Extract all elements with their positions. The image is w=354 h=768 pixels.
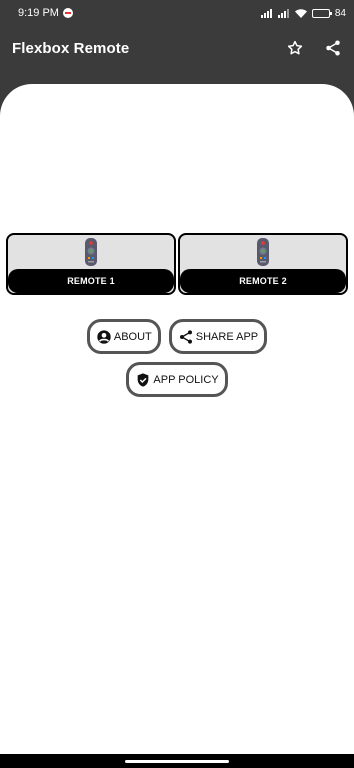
remote-list: REMOTE 1 REMOTE 2 (6, 233, 348, 295)
app-bar: Flexbox Remote (0, 26, 354, 70)
signal-icon-2 (277, 8, 289, 18)
app-title: Flexbox Remote (12, 39, 130, 57)
account-circle-icon (96, 329, 112, 345)
app-bar-actions (286, 39, 342, 57)
signal-icon (260, 8, 272, 18)
about-label: ABOUT (113, 330, 152, 343)
share-app-label: SHARE APP (195, 330, 259, 343)
status-icons: 84 (260, 7, 346, 19)
remote-control-icon (8, 235, 174, 269)
status-bar: 9:19 PM 84 (0, 0, 354, 26)
shield-check-icon (135, 372, 151, 388)
remote-label-2: REMOTE 2 (180, 269, 346, 293)
app-policy-label: APP POLICY (153, 373, 219, 386)
star-outline-icon[interactable] (286, 39, 304, 57)
notification-icon (62, 8, 73, 18)
button-row-1: ABOUT SHARE APP (0, 319, 354, 354)
status-time: 9:19 PM (18, 7, 59, 19)
main-content: REMOTE 1 REMOTE 2 ABOUT SHARE APP APP PO… (0, 84, 354, 754)
remote-label-1: REMOTE 1 (8, 269, 174, 293)
share-app-button[interactable]: SHARE APP (168, 319, 268, 354)
button-row-2: APP POLICY (0, 362, 354, 397)
home-handle[interactable] (125, 760, 229, 763)
app-policy-button[interactable]: APP POLICY (126, 362, 228, 397)
remote-card-2[interactable]: REMOTE 2 (178, 233, 348, 295)
remote-control-icon (180, 235, 346, 269)
wifi-icon (294, 8, 307, 18)
battery-icon (311, 8, 332, 18)
battery-percent: 84 (334, 7, 346, 19)
share-icon[interactable] (324, 39, 342, 57)
system-nav-bar (0, 754, 354, 768)
remote-card-1[interactable]: REMOTE 1 (6, 233, 176, 295)
share-icon (178, 329, 194, 345)
about-button[interactable]: ABOUT (86, 319, 161, 354)
